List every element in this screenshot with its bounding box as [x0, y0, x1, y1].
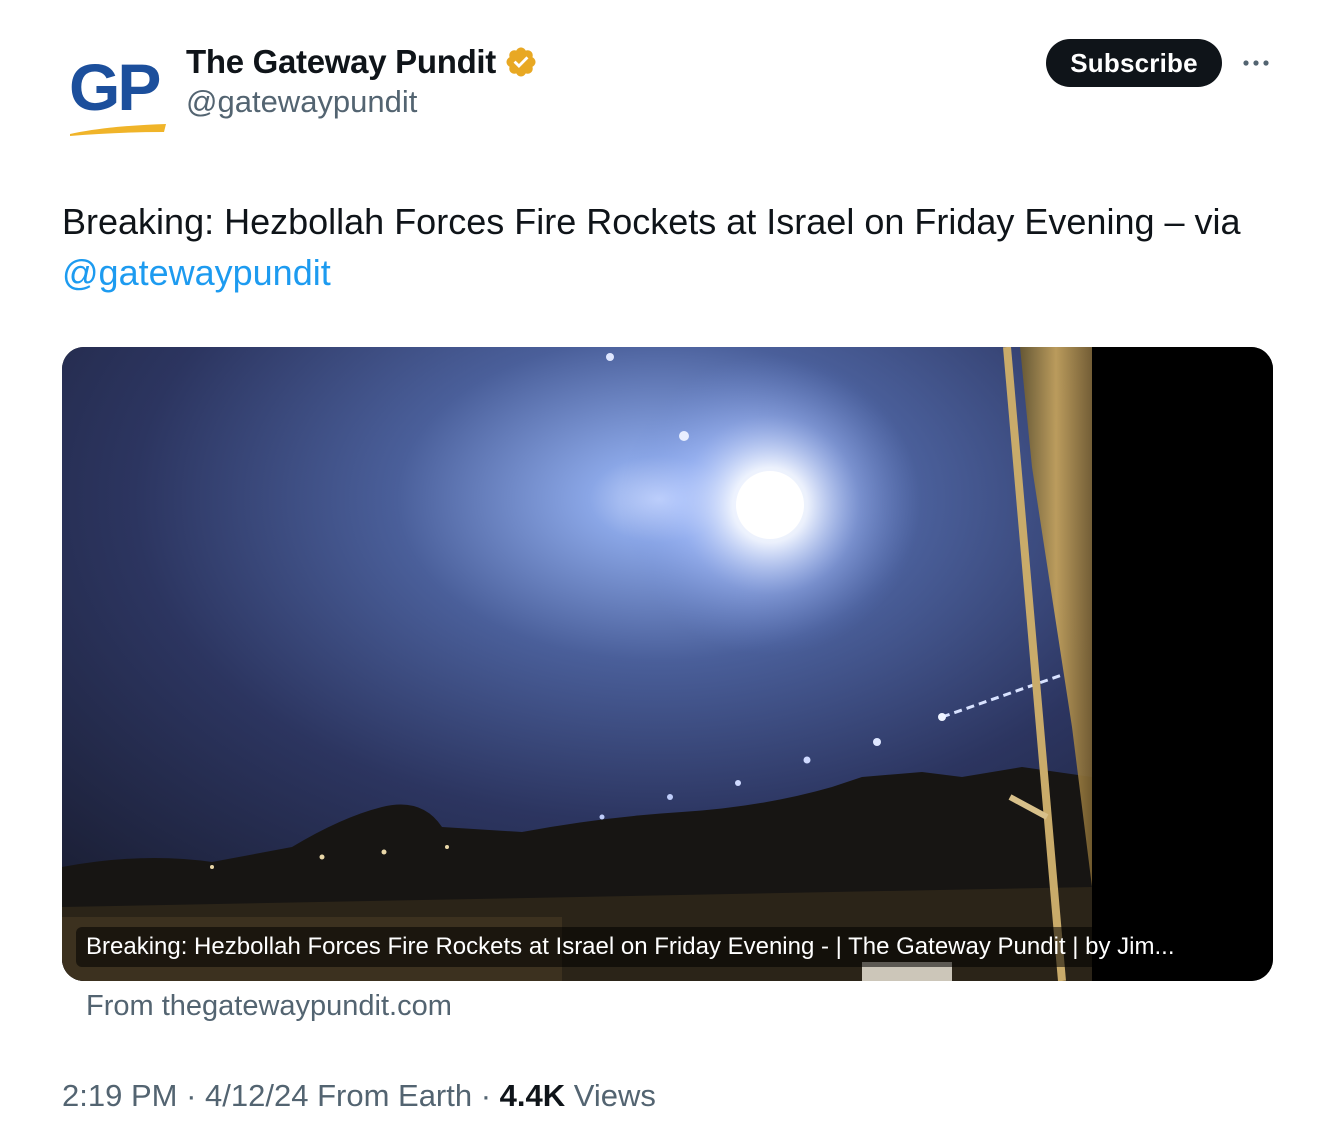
- name-row: The Gateway Pundit: [186, 40, 538, 84]
- mention-link[interactable]: @gatewaypundit: [62, 247, 1292, 298]
- tweet-meta: 2:19 PM · 4/12/24 From Earth · 4.4K View…: [62, 1078, 656, 1114]
- meta-separator: ·: [472, 1078, 500, 1113]
- tweet-date[interactable]: 4/12/24: [205, 1078, 308, 1113]
- more-horizontal-icon: [1243, 60, 1269, 66]
- tweet-origin: From Earth: [317, 1078, 473, 1113]
- tweet-text: Breaking: Hezbollah Forces Fire Rockets …: [62, 196, 1292, 298]
- meta-separator: ·: [177, 1078, 206, 1113]
- author-block: The Gateway Pundit @gatewaypundit: [186, 40, 538, 120]
- link-card[interactable]: Breaking: Hezbollah Forces Fire Rockets …: [62, 347, 1273, 981]
- verified-badge-icon[interactable]: [504, 45, 538, 79]
- tweet-body: Breaking: Hezbollah Forces Fire Rockets …: [62, 201, 1241, 242]
- tweet: GP The Gateway Pundit @gatewaypundit Sub…: [0, 0, 1329, 1148]
- avatar-text: GP: [69, 50, 159, 124]
- gp-logo-icon: GP: [69, 50, 166, 136]
- author-avatar[interactable]: GP: [66, 46, 170, 142]
- video-thumbnail: [62, 347, 1273, 981]
- author-display-name[interactable]: The Gateway Pundit: [186, 43, 496, 81]
- views-count[interactable]: 4.4K: [500, 1078, 565, 1113]
- card-title[interactable]: Breaking: Hezbollah Forces Fire Rockets …: [76, 927, 1185, 967]
- card-source[interactable]: From thegatewaypundit.com: [86, 990, 452, 1023]
- author-handle[interactable]: @gatewaypundit: [186, 84, 538, 120]
- subscribe-button[interactable]: Subscribe: [1046, 39, 1222, 87]
- more-options-icon[interactable]: [1238, 50, 1274, 76]
- tweet-time[interactable]: 2:19 PM: [62, 1078, 177, 1113]
- views-label[interactable]: Views: [574, 1078, 656, 1113]
